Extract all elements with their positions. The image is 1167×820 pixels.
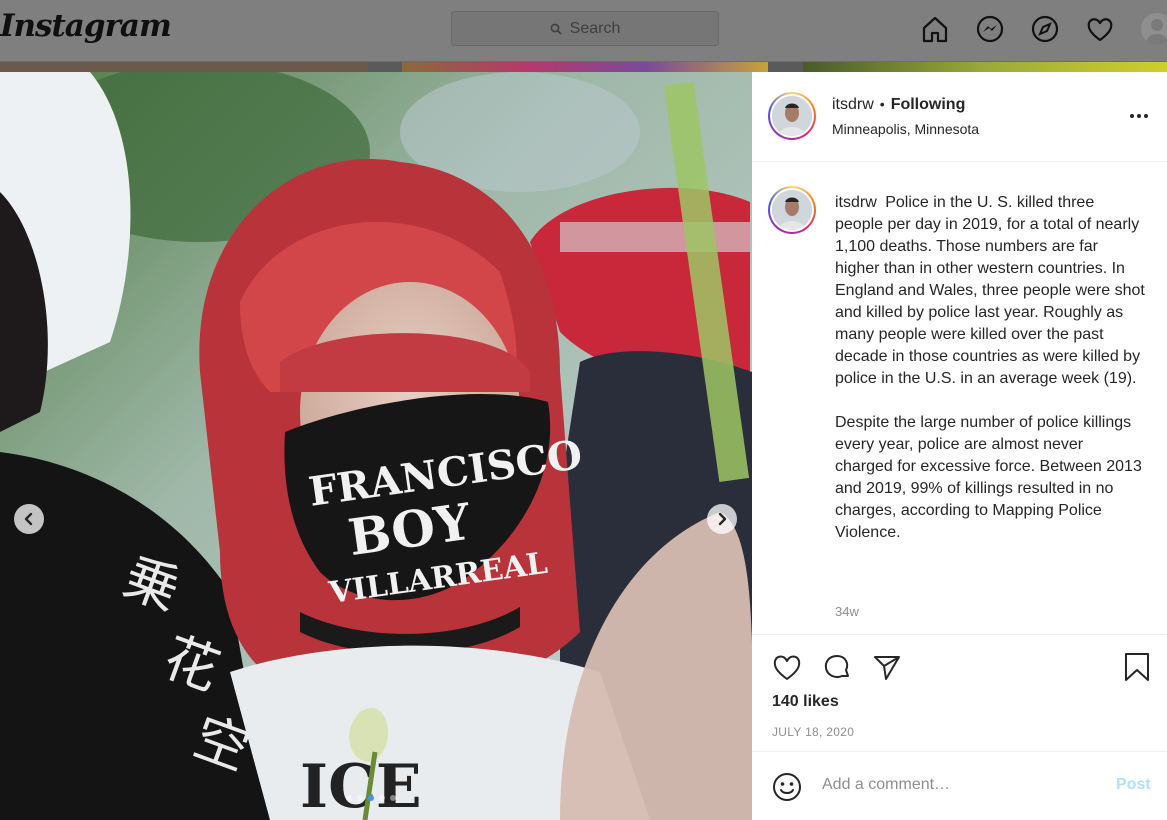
likes-count[interactable]: 140 likes [772, 693, 839, 711]
post-date[interactable]: JULY 18, 2020 [772, 725, 854, 739]
caption-text-2: Despite the large number of police killi… [835, 414, 1142, 541]
post-header: itsdrw • Following Minneapolis, Minnesot… [752, 72, 1167, 162]
protest-photo-image: 乗 花 空 FRANCISCO BOY VILLARREAL ICE [0, 72, 752, 820]
like-heart-icon[interactable] [771, 651, 803, 683]
header-title-row: itsdrw • Following [832, 96, 965, 114]
emoji-icon[interactable] [772, 772, 802, 802]
post-actions: 140 likes JULY 18, 2020 [752, 634, 1167, 752]
feed-thumbnail [803, 62, 1167, 72]
more-options-icon[interactable] [1128, 108, 1150, 124]
profile-avatar[interactable] [1141, 13, 1167, 45]
author-username[interactable]: itsdrw [832, 96, 874, 114]
dot-separator: • [879, 96, 885, 112]
search-box[interactable]: Search [451, 11, 719, 46]
post-comment-button[interactable]: Post [1116, 776, 1151, 794]
svg-text:ICE: ICE [300, 752, 422, 820]
caption-author-avatar[interactable] [768, 186, 816, 234]
carousel-dot [390, 795, 396, 801]
caption-username[interactable]: itsdrw [835, 194, 881, 211]
top-navigation: Instagram Search [0, 0, 1167, 62]
caption-age: 34w [835, 604, 859, 619]
post-photo[interactable]: 乗 花 空 FRANCISCO BOY VILLARREAL ICE [0, 72, 752, 820]
chevron-left-icon [24, 512, 33, 526]
messenger-icon[interactable] [973, 12, 1007, 46]
search-icon [550, 23, 562, 35]
author-avatar[interactable] [768, 92, 816, 140]
comment-icon[interactable] [821, 651, 853, 683]
following-button[interactable]: Following [891, 96, 966, 114]
share-icon[interactable] [871, 651, 903, 683]
carousel-dot [357, 795, 363, 801]
feed-thumbnail [0, 62, 368, 72]
carousel-dot-active [368, 795, 374, 801]
carousel-next-button[interactable] [707, 504, 737, 534]
caption-paragraph: itsdrw Police in the U. S. killed three … [835, 192, 1145, 390]
comment-bar: Add a comment… Post [752, 752, 1167, 820]
post-caption: itsdrw Police in the U. S. killed three … [835, 192, 1145, 544]
carousel-dot [346, 795, 352, 801]
feed-thumbnail [402, 62, 768, 72]
activity-heart-icon[interactable] [1083, 12, 1117, 46]
carousel-indicators [346, 795, 396, 801]
explore-icon[interactable] [1028, 12, 1062, 46]
comment-input[interactable]: Add a comment… [822, 776, 950, 794]
search-placeholder: Search [569, 19, 621, 37]
carousel-prev-button[interactable] [14, 504, 44, 534]
home-icon[interactable] [918, 12, 952, 46]
post-details-panel: itsdrw • Following Minneapolis, Minnesot… [752, 72, 1167, 820]
carousel-dot [379, 795, 385, 801]
chevron-right-icon [718, 512, 727, 526]
caption-text-1: Police in the U. S. killed three people … [835, 194, 1145, 387]
post-location[interactable]: Minneapolis, Minnesota [832, 121, 979, 137]
save-bookmark-icon[interactable] [1121, 651, 1153, 683]
instagram-logo[interactable]: Instagram [0, 8, 172, 44]
